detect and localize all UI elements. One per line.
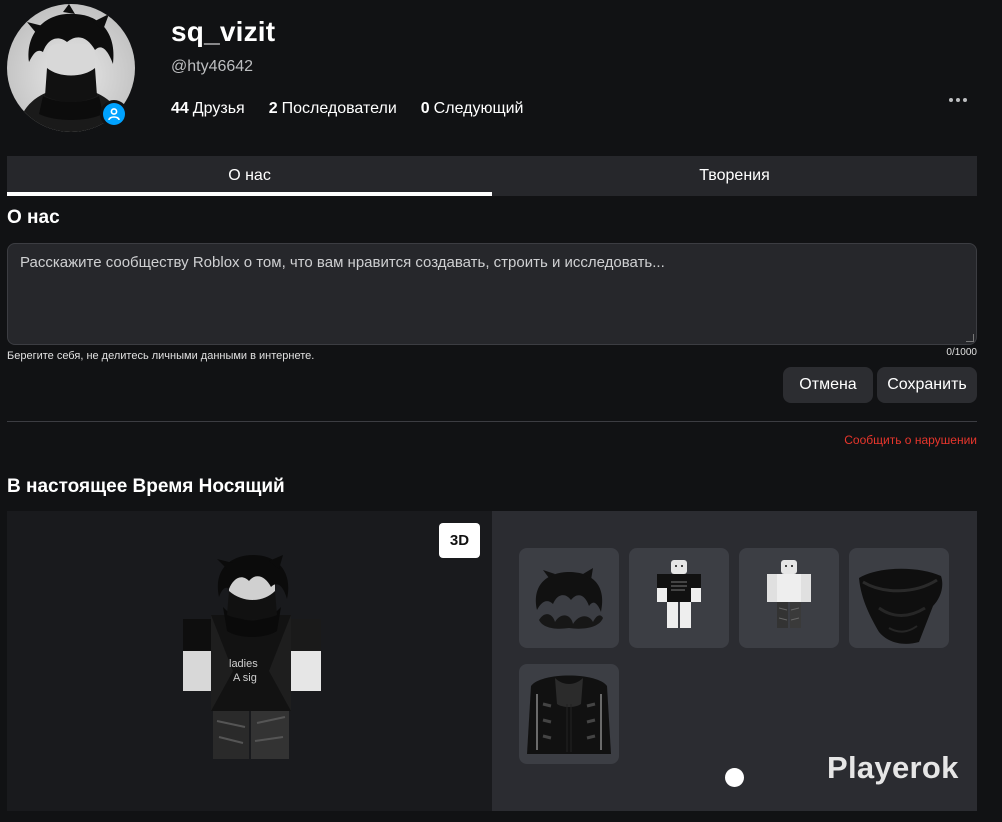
- wearing-item-hair[interactable]: [519, 548, 619, 648]
- stat-friends[interactable]: 44 Друзья: [171, 100, 245, 118]
- divider: [7, 421, 977, 422]
- avatar-full-body-image: ladies A sig: [183, 555, 321, 759]
- more-horizontal-icon[interactable]: [946, 90, 970, 110]
- toggle-3d-button[interactable]: 3D: [439, 523, 480, 558]
- svg-text:ladies: ladies: [229, 658, 258, 670]
- presence-indicator: [100, 100, 128, 128]
- avatar-viewer[interactable]: ladies A sig 3D: [7, 511, 492, 811]
- char-count: 0/1000: [946, 347, 977, 358]
- watermark: Playerok: [827, 750, 959, 785]
- stat-followers[interactable]: 2 Последователи: [269, 100, 397, 118]
- tab-creations[interactable]: Творения: [492, 156, 977, 196]
- about-title: О нас: [7, 207, 60, 228]
- jacket-icon: [527, 675, 611, 754]
- wearing-item-jacket[interactable]: [519, 664, 619, 764]
- report-abuse-link[interactable]: Сообщить о нарушении: [844, 433, 977, 447]
- pants-icon: [767, 560, 811, 628]
- stat-label: Следующий: [433, 100, 524, 117]
- user-online-icon: [103, 103, 125, 125]
- save-button[interactable]: Сохранить: [877, 367, 977, 403]
- safety-note: Берегите себя, не делитесь личными данны…: [7, 350, 315, 362]
- stat-following[interactable]: 0 Следующий: [421, 100, 524, 118]
- tab-about[interactable]: О нас: [7, 156, 492, 196]
- about-textarea[interactable]: Расскажите сообществу Roblox о том, что …: [7, 243, 977, 345]
- svg-text:A sig: A sig: [233, 672, 257, 684]
- stat-label: Последователи: [281, 100, 397, 117]
- stat-count: 44: [171, 100, 189, 117]
- username: @hty46642: [171, 58, 254, 75]
- hair-icon: [535, 568, 603, 629]
- profile-stats: 44 Друзья 2 Последователи 0 Следующий: [171, 100, 523, 118]
- resize-grip-icon[interactable]: [966, 334, 974, 342]
- wearing-item-shirt[interactable]: [629, 548, 729, 648]
- stat-count: 2: [268, 100, 278, 117]
- cursor-dot: [725, 768, 744, 787]
- profile-tabs: О нас Творения: [7, 156, 977, 196]
- cancel-button[interactable]: Отмена: [783, 367, 873, 403]
- wearing-item-scarf[interactable]: [849, 548, 949, 648]
- display-name: sq_vizit: [171, 16, 276, 47]
- about-placeholder: Расскажите сообществу Roblox о том, что …: [20, 254, 665, 271]
- shirt-icon: [657, 560, 701, 628]
- wearing-title: В настоящее Время Носящий: [7, 476, 285, 497]
- scarf-icon: [859, 568, 943, 644]
- stat-count: 0: [420, 100, 430, 117]
- wearing-item-pants[interactable]: [739, 548, 839, 648]
- stat-label: Друзья: [192, 100, 245, 117]
